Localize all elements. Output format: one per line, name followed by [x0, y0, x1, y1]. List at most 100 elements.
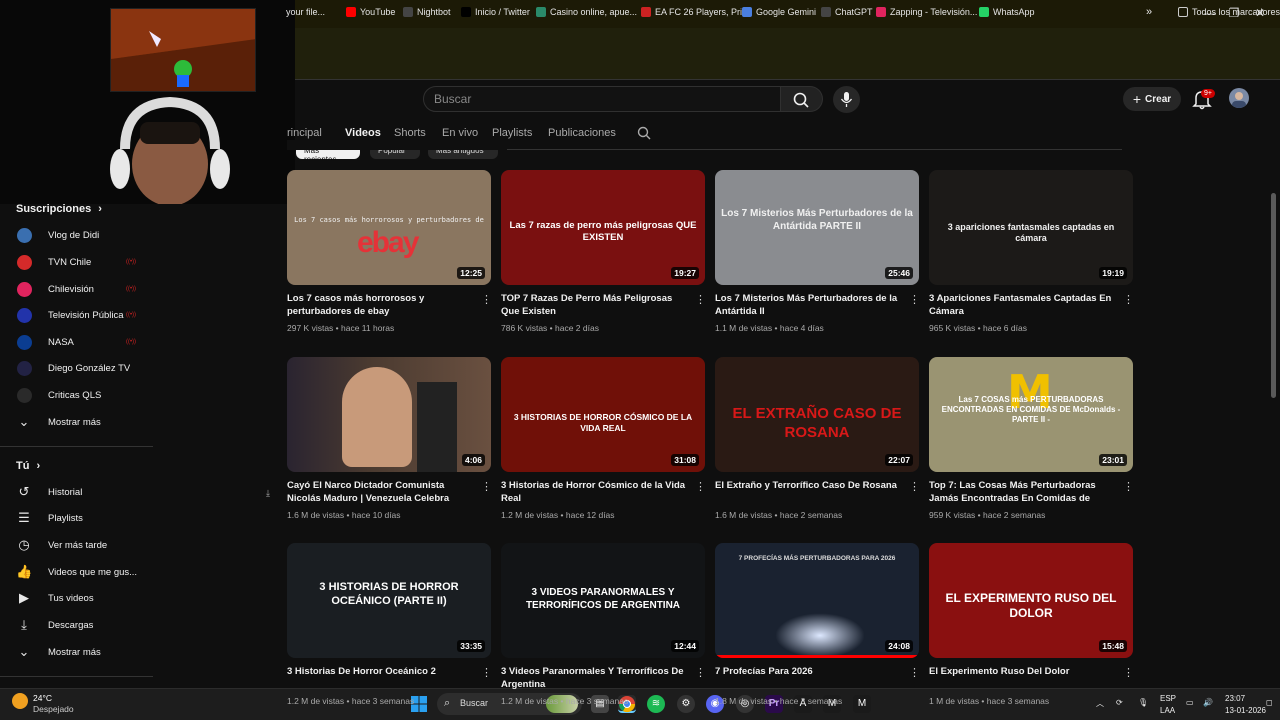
tab-rincipal[interactable]: rincipal	[287, 127, 322, 139]
tab-en-vivo[interactable]: En vivo	[442, 127, 478, 139]
tray-time[interactable]: 23:07	[1225, 694, 1245, 703]
bookmark-item[interactable]: YouTube	[346, 5, 395, 19]
more-options-icon[interactable]: ⋮	[909, 481, 920, 493]
you-heading[interactable]: Tú ›	[16, 460, 40, 472]
video-thumbnail[interactable]: 3 apariciones fantasmales captadas en cá…	[929, 170, 1133, 285]
bookmark-item[interactable]: Nightbot	[403, 5, 451, 19]
video-thumbnail[interactable]: Las 7 razas de perro más peligrosas QUE …	[501, 170, 705, 285]
more-options-icon[interactable]: ⋮	[695, 481, 706, 493]
create-button[interactable]: + Crear	[1123, 87, 1181, 111]
video-thumbnail[interactable]: ebay Los 7 casos más horrorosos y perturb…	[287, 170, 491, 285]
bookmark-item[interactable]: Google Gemini	[742, 5, 816, 19]
avatar[interactable]	[1229, 88, 1249, 108]
video-card[interactable]: M Las 7 COSAS más PERTURBADORAS ENCONTRAD…	[929, 357, 1134, 520]
tray-volume-icon[interactable]: 🔊	[1203, 698, 1213, 707]
video-card[interactable]: Las 7 razas de perro más peligrosas QUE …	[501, 170, 706, 333]
video-duration: 19:27	[671, 267, 699, 279]
subscriptions-heading[interactable]: Suscripciones ›	[16, 203, 102, 215]
tray-notification-icon[interactable]: ◻	[1266, 698, 1273, 707]
search-input[interactable]: Buscar	[423, 86, 781, 112]
sidebar-item-subscription[interactable]: Vlog de Didi	[0, 222, 153, 248]
sidebar-item-playlists[interactable]: ☰ Playlists	[0, 505, 153, 531]
bookmark-item[interactable]: ChatGPT	[821, 5, 873, 19]
sidebar-item-subscription[interactable]: NASA ((•))	[0, 329, 153, 355]
video-card[interactable]: ebay Los 7 casos más horrorosos y perturb…	[287, 170, 492, 333]
bookmark-item[interactable]: EA FC 26 Players, Pri...	[641, 5, 750, 19]
more-options-icon[interactable]: ⋮	[695, 294, 706, 306]
sidebar-item-subscription[interactable]: Chilevisión ((•))	[0, 276, 153, 302]
more-options-icon[interactable]: ⋮	[481, 481, 492, 493]
video-card[interactable]: 3 VIDEOS PARANORMALES Y TERRORÍFICOS DE …	[501, 543, 706, 706]
sidebar-item-subscription[interactable]: Diego González TV	[0, 355, 153, 381]
video-thumbnail[interactable]: 3 VIDEOS PARANORMALES Y TERRORÍFICOS DE …	[501, 543, 705, 658]
video-title[interactable]: Top 7: Las Cosas Más Perturbadoras Jamás…	[929, 479, 1119, 507]
all-bookmarks-folder[interactable]: Todos los marcadores	[1178, 5, 1280, 19]
tray-date: 13-01-2026	[1225, 706, 1266, 715]
video-title[interactable]: Los 7 Misterios Más Perturbadores de la …	[715, 292, 905, 318]
search-button[interactable]	[781, 86, 823, 112]
sidebar-item-download[interactable]: ⤓ Descargas	[0, 612, 153, 638]
bookmark-item[interactable]: WhatsApp	[979, 5, 1035, 19]
video-card[interactable]: 3 HISTORIAS DE HORROR CÓSMICO DE LA VIDA…	[501, 357, 706, 520]
video-card[interactable]: 3 apariciones fantasmales captadas en cá…	[929, 170, 1134, 333]
video-thumbnail[interactable]: EL EXPERIMENTO RUSO DEL DOLOR 15:48	[929, 543, 1133, 658]
video-title[interactable]: 3 Historias De Horror Oceánico 2	[287, 665, 477, 678]
sidebar-item-subscription[interactable]: TVN Chile ((•))	[0, 249, 153, 275]
more-options-icon[interactable]: ⋮	[1123, 667, 1134, 679]
tray-language[interactable]: ESP	[1160, 694, 1176, 703]
sidebar-item-subscription[interactable]: Televisión Pública ((•))	[0, 302, 153, 328]
tab-publicaciones[interactable]: Publicaciones	[548, 127, 616, 139]
video-title[interactable]: 3 Apariciones Fantasmales Captadas En Cá…	[929, 292, 1119, 318]
video-thumbnail[interactable]: 3 HISTORIAS DE HORROR OCEÁNICO (PARTE II…	[287, 543, 491, 658]
video-card[interactable]: EL EXTRAÑO CASO DE ROSANA 22:07 El Extraño…	[715, 357, 920, 520]
video-thumbnail[interactable]: M Las 7 COSAS más PERTURBADORAS ENCONTRAD…	[929, 357, 1133, 472]
video-title[interactable]: El Experimento Ruso Del Dolor	[929, 665, 1119, 678]
sidebar-item-clock[interactable]: ◷ Ver más tarde	[0, 532, 153, 558]
bookmark-item[interactable]: Casino online, apue...	[536, 5, 637, 19]
tray-network-icon[interactable]: ▭	[1186, 698, 1194, 707]
more-options-icon[interactable]: ⋮	[909, 667, 920, 679]
video-thumbnail[interactable]: 7 PROFECÍAS MÁS PERTURBADORAS PARA 2026 2…	[715, 543, 919, 658]
video-title[interactable]: Los 7 casos más horrorosos y perturbador…	[287, 292, 477, 318]
sidebar-item-thumbs-up[interactable]: 👍 Videos que me gus...	[0, 559, 153, 585]
video-title[interactable]: 7 Profecías Para 2026	[715, 665, 905, 678]
sidebar-show-more-subscriptions[interactable]: ⌄ Mostrar más	[0, 409, 153, 435]
more-options-icon[interactable]: ⋮	[1123, 481, 1134, 493]
tab-videos[interactable]: Videos	[345, 127, 381, 139]
video-card[interactable]: 7 PROFECÍAS MÁS PERTURBADORAS PARA 2026 2…	[715, 543, 920, 706]
sidebar-item-subscription[interactable]: Criticas QLS	[0, 382, 153, 408]
tab-shorts[interactable]: Shorts	[394, 127, 426, 139]
video-thumbnail[interactable]: 4:06	[287, 357, 491, 472]
video-title[interactable]: El Extraño y Terrorífico Caso De Rosana	[715, 479, 905, 492]
video-card[interactable]: Los 7 Misterios Más Perturbadores de la …	[715, 170, 920, 333]
video-title[interactable]: Cayó El Narco Dictador Comunista Nicolás…	[287, 479, 477, 505]
sidebar-item-your-videos[interactable]: ▶ Tus videos	[0, 585, 153, 611]
video-card[interactable]: 3 HISTORIAS DE HORROR OCEÁNICO (PARTE II…	[287, 543, 492, 706]
bookmark-item[interactable]: your file...	[286, 5, 325, 19]
tray-mic-icon[interactable]: 🎙	[1138, 698, 1148, 707]
sidebar-show-more-you[interactable]: ⌄ Mostrar más	[0, 639, 153, 665]
bookmark-label: Nightbot	[417, 7, 451, 17]
video-thumbnail[interactable]: Los 7 Misterios Más Perturbadores de la …	[715, 170, 919, 285]
page-scrollbar[interactable]	[1271, 193, 1276, 398]
video-thumbnail[interactable]: 3 HISTORIAS DE HORROR CÓSMICO DE LA VIDA…	[501, 357, 705, 472]
video-card[interactable]: 4:06 Cayó El Narco Dictador Comunista Nic…	[287, 357, 492, 520]
sidebar-item-history[interactable]: ↺ Historial	[0, 479, 153, 505]
more-options-icon[interactable]: ⋮	[695, 667, 706, 679]
more-options-icon[interactable]: ⋮	[909, 294, 920, 306]
bookmark-item[interactable]: Zapping - Televisión...	[876, 5, 977, 19]
video-thumbnail[interactable]: EL EXTRAÑO CASO DE ROSANA 22:07	[715, 357, 919, 472]
more-options-icon[interactable]: ⋮	[1123, 294, 1134, 306]
video-card[interactable]: EL EXPERIMENTO RUSO DEL DOLOR 15:48 El Exp…	[929, 543, 1134, 706]
video-title[interactable]: 3 Videos Paranormales Y Terroríficos De …	[501, 665, 691, 691]
video-title[interactable]: 3 Historias de Horror Cósmico de la Vida…	[501, 479, 691, 505]
tab-playlists[interactable]: Playlists	[492, 127, 532, 139]
video-title[interactable]: TOP 7 Razas De Perro Más Peligrosas Que …	[501, 292, 691, 318]
more-options-icon[interactable]: ⋮	[481, 667, 492, 679]
more-options-icon[interactable]: ⋮	[481, 294, 492, 306]
bookmarks-overflow-icon[interactable]: »	[1146, 5, 1152, 19]
voice-search-button[interactable]	[833, 86, 860, 113]
tabs-search-icon[interactable]	[637, 126, 651, 145]
sidebar-item-label: Playlists	[48, 512, 83, 524]
bookmark-item[interactable]: Inicio / Twitter	[461, 5, 530, 19]
